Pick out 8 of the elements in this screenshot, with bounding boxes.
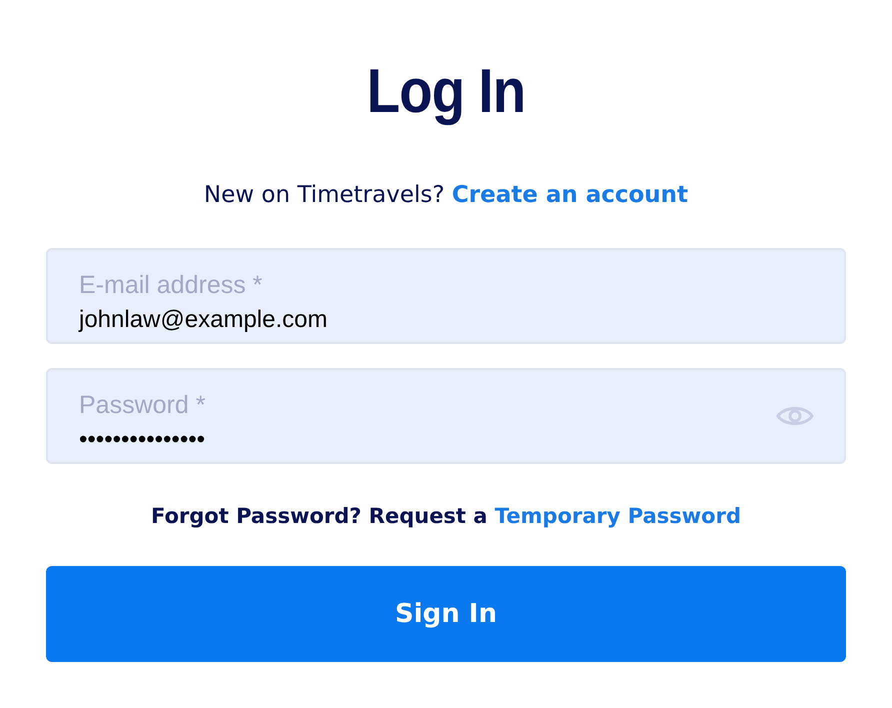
password-field[interactable]: Password * •••••••••••••••: [46, 368, 846, 464]
page-title: Log In: [366, 56, 526, 128]
email-field[interactable]: E-mail address * johnlaw@example.com: [46, 248, 846, 344]
forgot-password-text: Forgot Password? Request a Temporary Password: [151, 504, 741, 528]
temporary-password-link[interactable]: Temporary Password: [494, 504, 741, 528]
create-account-link[interactable]: Create an account: [452, 182, 688, 208]
signup-prompt: New on Timetravels? Create an account: [204, 182, 688, 208]
sign-in-button[interactable]: Sign In: [46, 566, 846, 662]
